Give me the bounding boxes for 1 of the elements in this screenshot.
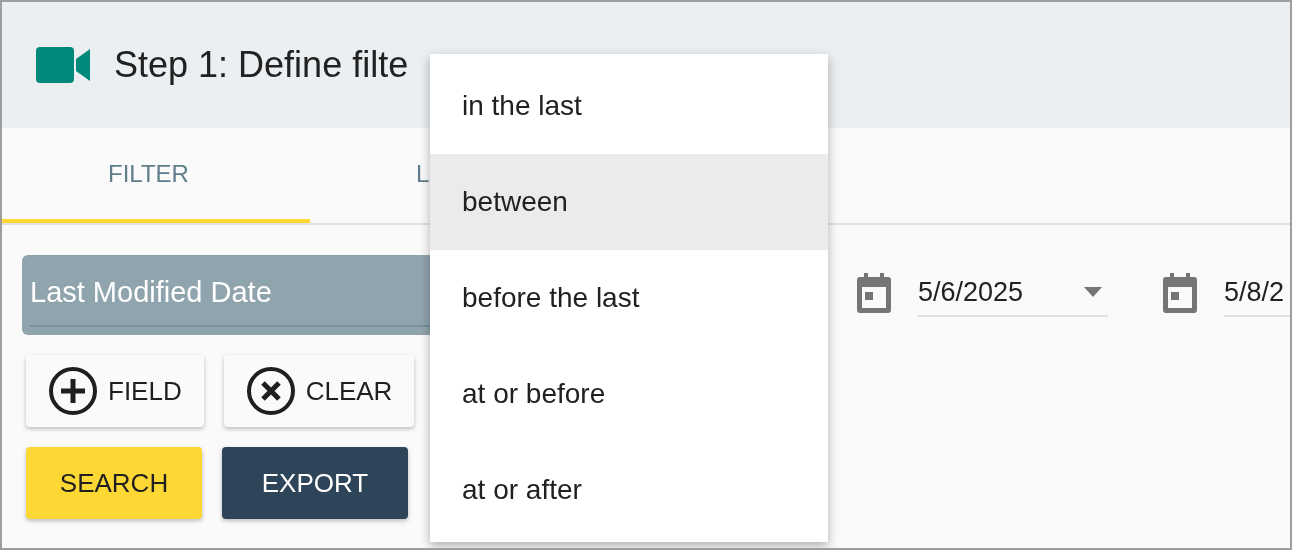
window-title: Step 1: Define filte: [114, 43, 409, 87]
